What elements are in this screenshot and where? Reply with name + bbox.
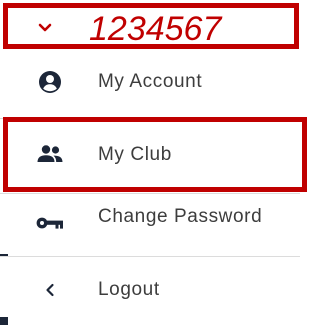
menu-divider: [0, 118, 300, 119]
chevron-left-icon: [22, 275, 78, 305]
menu-item-label: Change Password: [98, 206, 263, 227]
key-icon: [22, 208, 78, 238]
menu-item-label: Logout: [98, 279, 160, 300]
chevron-down-icon[interactable]: [36, 22, 54, 34]
user-id-label: 1234567: [89, 10, 222, 48]
panel-edge: [300, 0, 308, 325]
menu-item-logout[interactable]: Logout: [0, 257, 300, 317]
menu-item-label: My Club: [98, 144, 172, 165]
user-circle-icon: [22, 67, 78, 97]
menu-item-change-password[interactable]: Change Password: [0, 194, 300, 254]
menu-item-my-account[interactable]: My Account: [0, 52, 300, 112]
account-dropdown-menu: 1234567 My Account My Club Change Passwo…: [0, 0, 308, 325]
menu-item-my-club[interactable]: My Club: [0, 124, 300, 184]
menu-item-label: My Account: [98, 71, 203, 92]
users-group-icon: [22, 139, 78, 169]
account-toggle[interactable]: 1234567: [3, 3, 299, 49]
